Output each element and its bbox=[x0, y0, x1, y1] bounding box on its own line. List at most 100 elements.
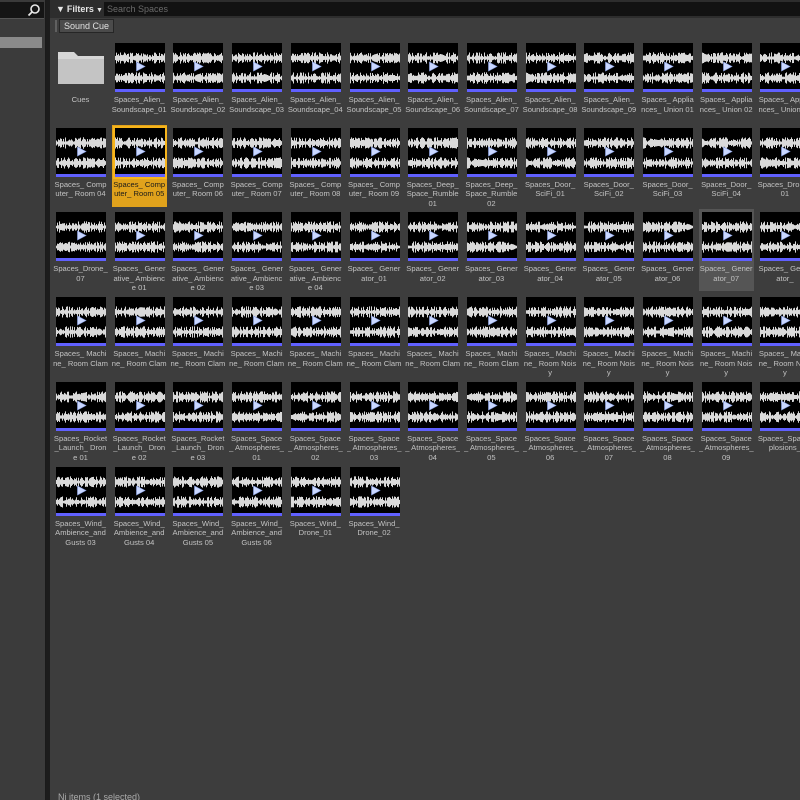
asset-tile[interactable]: Spaces_ Machine_ Room Clam bbox=[170, 294, 225, 376]
asset-tile[interactable]: Spaces_ Machine_ Room Clam bbox=[53, 294, 108, 376]
play-icon[interactable] bbox=[193, 400, 205, 411]
asset-tile[interactable]: Spaces_Space_ Atmospheres_ 02 bbox=[288, 379, 343, 462]
asset-tile[interactable]: Spaces_Wind_ Drone_02 bbox=[347, 464, 402, 546]
asset-tile[interactable]: Spaces_Rocket _Launch_ Drone 03 bbox=[170, 379, 225, 462]
play-icon[interactable] bbox=[722, 315, 733, 326]
asset-tile[interactable]: Spaces_Drone_ 07 bbox=[53, 209, 108, 291]
search-icon[interactable] bbox=[27, 3, 41, 17]
play-icon[interactable] bbox=[135, 400, 146, 411]
play-icon[interactable] bbox=[311, 315, 322, 326]
asset-tile[interactable]: Spaces_ Machine_ Room Clam bbox=[288, 294, 343, 376]
asset-tile[interactable]: Spaces_Alien_Soundscape_03 bbox=[229, 40, 284, 122]
asset-tile[interactable]: Spaces_ Generator_ bbox=[757, 209, 800, 291]
asset-tile[interactable]: Spaces_ Generator_07 bbox=[698, 209, 754, 292]
play-icon[interactable] bbox=[780, 230, 792, 241]
play-icon[interactable] bbox=[546, 61, 557, 72]
play-icon[interactable] bbox=[135, 146, 146, 157]
play-icon[interactable] bbox=[193, 146, 205, 157]
play-icon[interactable] bbox=[193, 230, 205, 241]
asset-tile[interactable]: Spaces_ Appliances_ Union 01 bbox=[640, 40, 695, 122]
play-icon[interactable] bbox=[604, 400, 615, 411]
asset-tile[interactable]: Spaces_ Generative_ Ambience 01 bbox=[112, 209, 167, 292]
play-icon[interactable] bbox=[370, 230, 381, 241]
asset-tile[interactable]: Spaces_ Machine_ Room Noisy bbox=[523, 294, 578, 377]
play-icon[interactable] bbox=[487, 400, 498, 411]
search-input[interactable] bbox=[104, 2, 800, 16]
play-icon[interactable] bbox=[663, 146, 674, 157]
play-icon[interactable] bbox=[428, 400, 439, 411]
play-icon[interactable] bbox=[193, 61, 205, 72]
play-icon[interactable] bbox=[193, 315, 205, 326]
asset-tile[interactable]: Spaces_Wind_ Ambience_and Gusts 05 bbox=[170, 464, 225, 547]
asset-tile[interactable]: Spaces_ Generator_01 bbox=[347, 209, 402, 291]
asset-tile[interactable]: Spaces_Space_ Atmospheres_ 08 bbox=[640, 379, 695, 462]
asset-tile[interactable]: Spaces_Space_ Atmospheres_ 05 bbox=[464, 379, 519, 462]
asset-tile[interactable]: Spaces_Space_ Atmospheres_ 01 bbox=[229, 379, 284, 462]
play-icon[interactable] bbox=[76, 230, 87, 241]
asset-tile[interactable]: Spaces_Alien_Soundscape_01 bbox=[112, 40, 167, 122]
asset-tile[interactable]: Spaces_ Machine_ Room Noisy bbox=[640, 294, 695, 377]
play-icon[interactable] bbox=[135, 61, 146, 72]
asset-tile[interactable]: Spaces_ Computer_ Room 06 bbox=[170, 125, 225, 207]
play-icon[interactable] bbox=[311, 485, 322, 496]
asset-tile[interactable]: Spaces_Alien_Soundscape_02 bbox=[170, 40, 225, 122]
play-icon[interactable] bbox=[780, 400, 792, 411]
asset-tile[interactable]: Spaces_Space_ Atmospheres_ 07 bbox=[581, 379, 636, 462]
play-icon[interactable] bbox=[370, 485, 381, 496]
asset-tile[interactable]: Spaces_Alien_Soundscape_06 bbox=[405, 40, 460, 122]
asset-tile[interactable]: Spaces_ Computer_ Room 09 bbox=[347, 125, 402, 207]
play-icon[interactable] bbox=[252, 61, 263, 72]
play-icon[interactable] bbox=[428, 315, 439, 326]
asset-tile[interactable]: Spaces_Door_ SciFi_03 bbox=[640, 125, 695, 207]
play-icon[interactable] bbox=[370, 61, 381, 72]
play-icon[interactable] bbox=[428, 230, 439, 241]
folder-search-input[interactable] bbox=[0, 2, 44, 19]
asset-tile[interactable]: Spaces_ Generator_03 bbox=[464, 209, 519, 291]
play-icon[interactable] bbox=[722, 230, 733, 241]
play-icon[interactable] bbox=[546, 400, 557, 411]
play-icon[interactable] bbox=[663, 61, 674, 72]
play-icon[interactable] bbox=[311, 400, 322, 411]
play-icon[interactable] bbox=[663, 400, 674, 411]
asset-tile[interactable]: Spaces_Alien_Soundscape_04 bbox=[288, 40, 343, 122]
play-icon[interactable] bbox=[604, 230, 615, 241]
play-icon[interactable] bbox=[604, 315, 615, 326]
asset-tile[interactable]: Spaces_Alien_Soundscape_05 bbox=[347, 40, 402, 122]
play-icon[interactable] bbox=[487, 61, 498, 72]
asset-tile[interactable]: Spaces_ Machine_ Room Clam bbox=[347, 294, 402, 376]
asset-tile[interactable]: Spaces_ Generator_06 bbox=[640, 209, 695, 291]
play-icon[interactable] bbox=[428, 61, 439, 72]
asset-tile[interactable]: Spaces_Deep_ Space_Rumble 02 bbox=[464, 125, 519, 208]
asset-tile[interactable]: Spaces_Wind_ Ambience_and Gusts 06 bbox=[229, 464, 284, 547]
play-icon[interactable] bbox=[135, 485, 146, 496]
asset-tile[interactable]: Spaces_ Computer_ Room 05 bbox=[111, 124, 167, 207]
asset-tile[interactable]: Spaces_Deep_ Space_Rumble 01 bbox=[405, 125, 460, 208]
asset-tile[interactable]: Spaces_ Generator_05 bbox=[581, 209, 636, 291]
play-icon[interactable] bbox=[252, 146, 263, 157]
play-icon[interactable] bbox=[76, 146, 87, 157]
sound-cue-filter-chip[interactable]: Sound Cue bbox=[59, 19, 115, 33]
asset-tile[interactable]: Spaces_ Machine_ Room Noisy bbox=[699, 294, 754, 377]
asset-tile[interactable]: Spaces_Wind_ Drone_01 bbox=[288, 464, 343, 546]
asset-tile[interactable]: Spaces_Space_ Atmospheres_ 03 bbox=[347, 379, 402, 462]
play-icon[interactable] bbox=[252, 485, 263, 496]
play-icon[interactable] bbox=[370, 400, 381, 411]
asset-tile[interactable]: Spaces_ Appliances_ Union 02 bbox=[699, 40, 754, 122]
play-icon[interactable] bbox=[76, 485, 87, 496]
play-icon[interactable] bbox=[663, 230, 674, 241]
play-icon[interactable] bbox=[370, 315, 381, 326]
asset-tile[interactable]: Spaces_Door_ SciFi_04 bbox=[699, 125, 754, 207]
play-icon[interactable] bbox=[546, 230, 557, 241]
play-icon[interactable] bbox=[311, 230, 322, 241]
asset-tile[interactable]: Spaces_ Computer_ Room 08 bbox=[288, 125, 343, 207]
play-icon[interactable] bbox=[546, 146, 557, 157]
play-icon[interactable] bbox=[252, 400, 263, 411]
asset-tile[interactable]: Spaces_Space_ Atmospheres_ 06 bbox=[523, 379, 578, 462]
play-icon[interactable] bbox=[546, 315, 557, 326]
play-icon[interactable] bbox=[487, 230, 498, 241]
folder-tile[interactable]: Cues bbox=[53, 40, 108, 122]
play-icon[interactable] bbox=[604, 146, 615, 157]
selected-folder-item[interactable] bbox=[0, 37, 42, 48]
play-icon[interactable] bbox=[780, 61, 792, 72]
asset-tile[interactable]: Spaces_ Machine_ Room Clam bbox=[229, 294, 284, 376]
